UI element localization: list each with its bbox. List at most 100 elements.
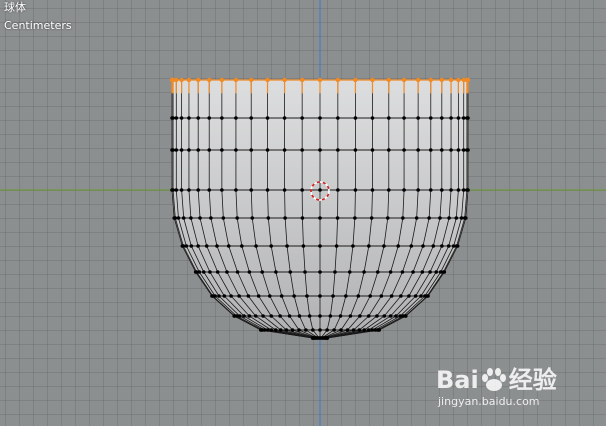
- mesh-vertex: [249, 188, 254, 192]
- mesh-vertex: [402, 148, 406, 152]
- mesh-vertex: [461, 148, 466, 152]
- mesh-vertex: [375, 314, 379, 318]
- mesh-vertex: [269, 328, 274, 332]
- mesh-vertex: [398, 314, 403, 318]
- selected-vertex: [186, 77, 192, 83]
- mesh-vertex: [369, 216, 374, 220]
- mesh-vertex: [303, 270, 307, 274]
- mesh-vertex: [301, 244, 306, 248]
- selected-vertex: [249, 77, 254, 83]
- mesh-vertex: [409, 244, 414, 248]
- mesh-vertex: [328, 314, 333, 318]
- 3d-viewport[interactable]: 球体 Centimeters Bai 经验 jingyan.baidu.com: [0, 0, 606, 426]
- mesh-vertex: [370, 116, 375, 120]
- mesh-vertex: [234, 188, 238, 192]
- mesh-vertex: [176, 216, 181, 220]
- mesh-vertex: [300, 116, 304, 120]
- mesh-vertex: [288, 270, 293, 274]
- mesh-vertex: [454, 216, 459, 220]
- mesh-vertex: [416, 116, 420, 120]
- mesh-vertex: [292, 294, 296, 298]
- mesh-vertex: [171, 148, 175, 152]
- watermark-brand: Bai 经验: [436, 360, 557, 395]
- mesh-vertex: [235, 216, 239, 220]
- mesh-vertex: [318, 116, 322, 120]
- mesh-vertex: [334, 244, 339, 248]
- mesh-vertex: [297, 314, 302, 318]
- selected-vertex: [465, 77, 471, 83]
- mesh-vertex: [304, 328, 308, 332]
- mesh-vertex: [332, 328, 336, 332]
- selected-vertex: [439, 77, 445, 83]
- mesh-vertex: [285, 244, 289, 248]
- mesh-vertex: [348, 314, 353, 318]
- mesh-vertex: [297, 328, 301, 332]
- mesh-vertex: [261, 314, 265, 318]
- mesh-vertex: [438, 216, 442, 220]
- mesh-vertex: [253, 314, 258, 318]
- mesh-vertex: [220, 148, 224, 152]
- mesh-vertex: [427, 216, 431, 220]
- mesh-vertex: [407, 294, 411, 298]
- object-name-label: 球体: [4, 1, 26, 14]
- mesh-vertex: [339, 328, 343, 332]
- mesh-vertex: [449, 148, 453, 152]
- mesh-vertex: [318, 314, 322, 318]
- mesh-vertex: [370, 148, 375, 152]
- mesh-vertex: [187, 116, 191, 120]
- mesh-vertex: [225, 270, 229, 274]
- mesh-vertex: [196, 116, 200, 120]
- mesh-vertex: [269, 314, 274, 318]
- mesh-vertex: [237, 294, 241, 298]
- mesh-vertex: [358, 314, 362, 318]
- mesh-vertex: [461, 116, 466, 120]
- mesh-vertex: [416, 188, 420, 192]
- mesh-vertex: [174, 188, 179, 192]
- mesh-vertex: [466, 148, 470, 152]
- mesh-vertex: [420, 270, 425, 274]
- mesh-vertex: [431, 244, 436, 248]
- mesh-vertex: [229, 294, 233, 298]
- mesh-vertex: [196, 148, 200, 152]
- mesh-vertex: [290, 328, 295, 332]
- mesh-vertex: [278, 314, 282, 318]
- selected-vertex: [299, 77, 305, 83]
- mesh-vertex: [282, 188, 287, 192]
- mesh-vertex: [265, 188, 270, 192]
- mesh-vertex: [249, 148, 254, 152]
- mesh-vertex: [331, 294, 335, 298]
- mesh-vertex: [196, 244, 200, 248]
- mesh-vertex: [274, 270, 278, 274]
- mesh-vertex: [325, 336, 330, 340]
- mesh-vertex: [402, 188, 406, 192]
- mesh-vertex: [265, 116, 270, 120]
- selected-vertex: [233, 77, 239, 83]
- mesh-vertex: [234, 314, 239, 318]
- mesh-vertex: [400, 270, 405, 274]
- mesh-vertex: [367, 244, 371, 248]
- mesh-vertex: [338, 314, 343, 318]
- mesh-vertex: [311, 328, 315, 332]
- mesh-vertex: [347, 270, 352, 274]
- mesh-vertex: [284, 328, 289, 332]
- mesh-vertex: [208, 270, 212, 274]
- selected-vertex: [335, 77, 341, 83]
- mesh-vertex: [388, 314, 393, 318]
- mesh-vertex: [184, 244, 189, 248]
- watermark-brand-right: 经验: [508, 366, 557, 394]
- mesh-vertex: [411, 270, 415, 274]
- mesh-vertex: [449, 116, 453, 120]
- watermark-brand-left: Bai: [436, 366, 479, 394]
- mesh-vertex: [187, 188, 191, 192]
- mesh-vertex: [421, 244, 425, 248]
- watermark: Bai 经验 jingyan.baidu.com: [436, 360, 576, 412]
- mesh-vertex: [318, 328, 322, 332]
- mesh-vertex: [250, 216, 255, 220]
- mesh-vertex: [273, 328, 278, 332]
- selected-vertex: [370, 77, 375, 83]
- mesh-vertex: [198, 216, 202, 220]
- mesh-vertex: [389, 294, 394, 298]
- selected-vertex: [174, 77, 179, 83]
- mesh-vertex: [197, 270, 202, 274]
- mesh-vertex: [447, 216, 451, 220]
